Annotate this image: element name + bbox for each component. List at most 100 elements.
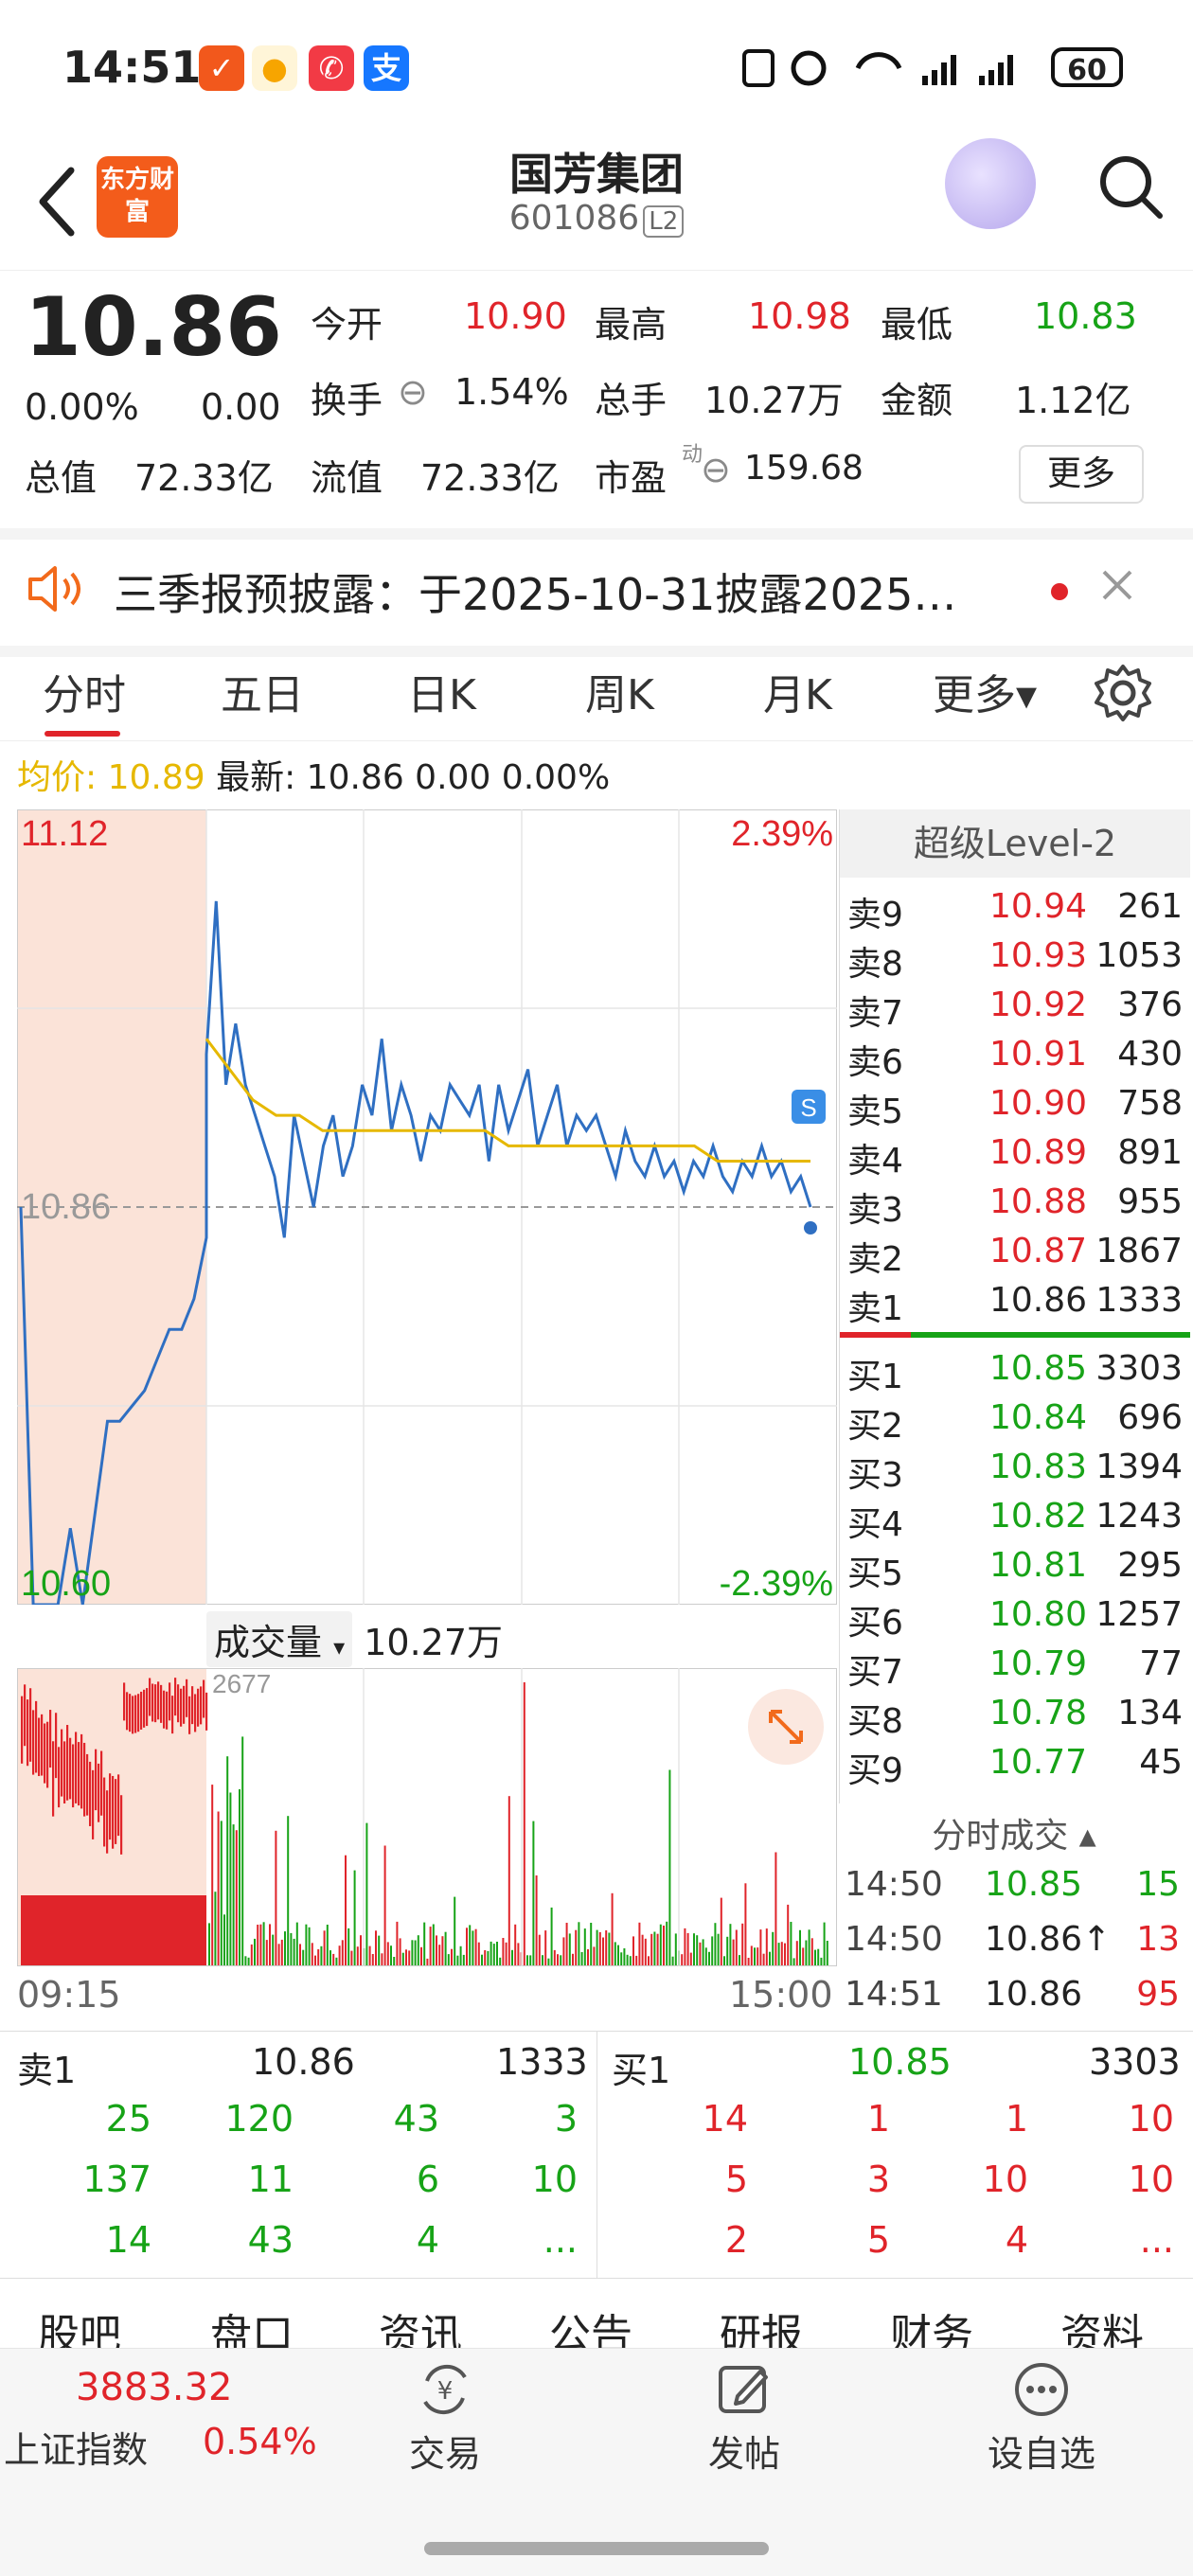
buy-level-row[interactable]: 买5 10.81 295 [847, 1546, 1190, 1595]
volume-bar [166, 1691, 169, 1730]
announcement-banner[interactable]: 三季报预披露：于2025-10-31披露2025… [0, 528, 1193, 657]
intraday-price-chart[interactable]: S 11.12 2.39% 10.86 10.60 -2.39% [17, 809, 837, 1605]
volume-bar [269, 1924, 271, 1966]
tab-monthly-k[interactable]: 月K [763, 661, 832, 721]
buy-level-row[interactable]: 买3 10.83 1394 [847, 1448, 1190, 1497]
volume-bar [650, 1933, 653, 1966]
volume-bar [596, 1929, 598, 1966]
home-indicator[interactable] [424, 2542, 769, 2555]
tab-intraday[interactable]: 分时 [43, 661, 126, 721]
level-price: 10.85 [989, 1349, 1088, 1388]
volume-bar [44, 1723, 46, 1784]
buy-level-row[interactable]: 买7 10.79 77 [847, 1644, 1190, 1694]
add-watchlist-button[interactable]: 设自选 [975, 2358, 1108, 2477]
volume-bar [123, 1682, 126, 1721]
volume-bar [66, 1725, 69, 1801]
sell-level-row[interactable]: 卖4 10.89 891 [847, 1133, 1190, 1182]
tab-profile[interactable]: 资料 [1060, 2301, 1144, 2348]
buy-level-row[interactable]: 买9 10.77 45 [847, 1743, 1190, 1792]
volume-bar [115, 1779, 117, 1844]
level-price: 10.86 [989, 1281, 1088, 1320]
volume-dropdown[interactable]: 成交量 ▾ [206, 1611, 353, 1667]
sell-level-row[interactable]: 卖3 10.88 955 [847, 1182, 1190, 1232]
buy-level-row[interactable]: 买1 10.85 3303 [847, 1349, 1190, 1398]
tab-more[interactable]: 更多▾ [933, 661, 1037, 721]
queue-buy-total: 3303 [1089, 2041, 1181, 2083]
volume-bar [353, 1870, 356, 1966]
volume-bar [58, 1747, 61, 1808]
buy-level-row[interactable]: 买6 10.80 1257 [847, 1595, 1190, 1644]
tab-daily-k[interactable]: 日K [407, 661, 476, 721]
volume-bar [529, 1955, 532, 1966]
volume-bar [86, 1753, 89, 1816]
volume-bar [235, 1830, 238, 1966]
l2-badge: L2 [643, 205, 685, 238]
sell-level-row[interactable]: 卖7 10.92 376 [847, 986, 1190, 1035]
level-volume: 295 [1117, 1546, 1183, 1585]
level-label: 买1 [847, 1358, 903, 1396]
more-button[interactable]: 更多 [1019, 445, 1144, 504]
volume-bar [505, 1942, 507, 1966]
volume-bar [254, 1938, 256, 1966]
volume-bar [259, 1924, 262, 1966]
tab-research[interactable]: 研报 [720, 2301, 803, 2348]
buy-level-row[interactable]: 买2 10.84 696 [847, 1398, 1190, 1448]
post-button[interactable]: 发帖 [678, 2358, 810, 2477]
order-book[interactable]: 超级Level-2 卖9 10.94 261 卖8 10.93 1053 卖7 10.92 37… [839, 809, 1190, 1803]
volume-bar [137, 1694, 140, 1732]
queue-buy-cell: 10 [982, 2159, 1028, 2200]
level2-title[interactable]: 超级Level-2 [840, 809, 1190, 878]
sell-level-row[interactable]: 卖6 10.91 430 [847, 1035, 1190, 1084]
level-price: 10.81 [989, 1546, 1088, 1585]
level-price: 10.88 [989, 1182, 1088, 1221]
info-icon[interactable]: ⊖ [398, 371, 428, 413]
search-icon[interactable] [1094, 150, 1169, 225]
close-icon[interactable] [1098, 566, 1136, 604]
tab-guba[interactable]: 股吧 [38, 2301, 121, 2348]
settings-gear-icon[interactable] [1093, 663, 1153, 723]
volume-chart[interactable]: 2677 [17, 1668, 837, 1966]
buy-level-row[interactable]: 买8 10.78 134 [847, 1694, 1190, 1743]
amount-value: 1.12亿 [1015, 380, 1131, 421]
sell-level-row[interactable]: 卖5 10.90 758 [847, 1084, 1190, 1133]
sell-level-row[interactable]: 卖9 10.94 261 [847, 887, 1190, 936]
volume-bar [239, 1789, 240, 1966]
volume-bar [620, 1952, 623, 1966]
volume-bar [456, 1955, 459, 1966]
tab-notices[interactable]: 公告 [549, 2301, 632, 2348]
volume-bar [605, 1930, 608, 1966]
volume-bar [671, 1956, 674, 1966]
volume-bar [103, 1777, 106, 1847]
level-volume: 891 [1117, 1133, 1183, 1172]
tab-finance[interactable]: 财务 [890, 2301, 973, 2348]
queue-buy-cell: ... [1139, 2219, 1174, 2261]
tick-time: 14:50 [845, 1920, 943, 1959]
sell-level-row[interactable]: 卖1 10.86 1333 [847, 1281, 1190, 1330]
level-volume: 77 [1139, 1644, 1183, 1683]
sell-level-row[interactable]: 卖2 10.87 1867 [847, 1232, 1190, 1281]
tick-volume: 95 [1136, 1975, 1180, 2014]
volume-bar [732, 1939, 735, 1966]
buy-level-row[interactable]: 买4 10.82 1243 [847, 1497, 1190, 1546]
tab-weekly-k[interactable]: 周K [585, 661, 654, 721]
volume-bar [726, 1936, 729, 1966]
assistant-robot-icon[interactable] [945, 138, 1036, 229]
queue-sell-total: 1333 [496, 2041, 588, 2083]
volume-bar [810, 1938, 813, 1966]
level-label: 卖8 [847, 945, 903, 984]
ticks-header[interactable]: 分时成交 ▴ [839, 1808, 1189, 1857]
level-price: 10.77 [989, 1743, 1088, 1782]
sell-level-row[interactable]: 卖8 10.93 1053 [847, 936, 1190, 986]
trade-button[interactable]: ¥ 交易 [379, 2358, 511, 2477]
info-icon[interactable]: ⊖ [701, 449, 731, 490]
tab-five-day[interactable]: 五日 [221, 661, 304, 721]
axis-time-end: 15:00 [729, 1974, 833, 2016]
volume-bar [580, 1952, 583, 1966]
volume-bar [368, 1945, 371, 1966]
low-label: 最低 [881, 304, 953, 346]
volume-bar [275, 1830, 277, 1966]
tab-news[interactable]: 资讯 [379, 2301, 462, 2348]
volume-bar [644, 1938, 647, 1966]
tab-pankou[interactable]: 盘口 [210, 2301, 294, 2348]
high-label: 最高 [595, 304, 668, 346]
